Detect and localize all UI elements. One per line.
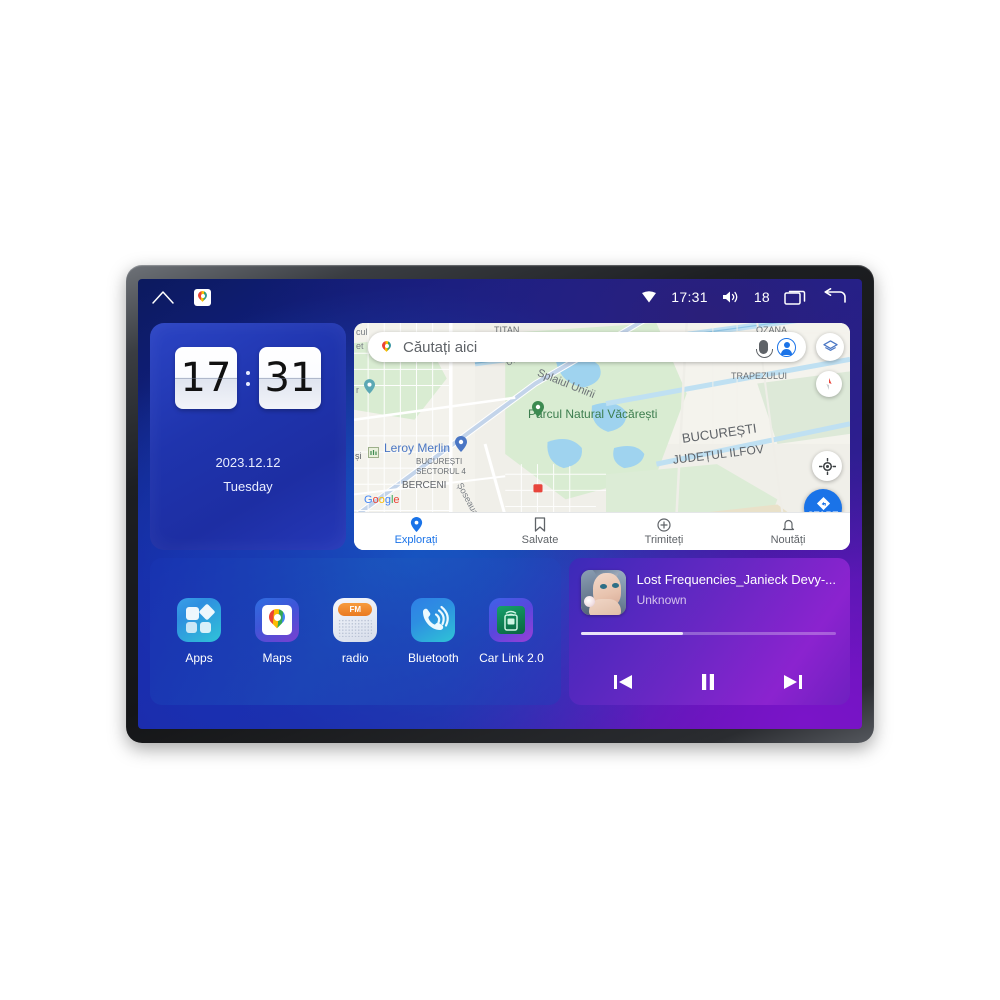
skip-next-icon[interactable] xyxy=(782,672,804,692)
app-label-carlink: Car Link 2.0 xyxy=(479,651,544,665)
map-search-bar[interactable]: Căutați aici xyxy=(368,332,806,362)
google-maps-icon[interactable] xyxy=(194,288,211,306)
media-controls xyxy=(581,671,836,693)
home-icon[interactable] xyxy=(152,290,174,304)
media-progress-fill xyxy=(580,632,683,635)
media-track-title: Lost Frequencies_Janieck Devy-... xyxy=(636,572,836,587)
status-bar: 17:31 18 xyxy=(138,279,862,315)
app-shortcut-carlink[interactable]: Car Link 2.0 xyxy=(476,598,546,665)
pause-icon[interactable] xyxy=(698,671,718,693)
head-unit-device: 17:31 18 17 31 2023.12.12 Tuesday TITAN … xyxy=(126,265,874,743)
store-poi-icon xyxy=(455,436,467,452)
my-location-icon[interactable] xyxy=(812,451,842,481)
app-shortcut-maps[interactable]: Maps xyxy=(242,598,312,665)
map-nav-contribute[interactable]: Trimiteți xyxy=(602,513,726,550)
app-shortcut-bluetooth[interactable]: Bluetooth xyxy=(398,598,468,665)
google-attribution: Google xyxy=(364,494,400,506)
app-label-maps: Maps xyxy=(262,651,292,665)
google-maps-icon xyxy=(255,598,300,642)
phone-waves-icon xyxy=(411,598,456,642)
wifi-icon xyxy=(641,290,657,304)
clock-weekday: Tuesday xyxy=(223,479,273,494)
app-label-radio: radio xyxy=(341,651,369,665)
flip-clock: 17 31 xyxy=(175,347,321,409)
map-nav-updates-label: Noutăți xyxy=(770,533,806,546)
generic-poi-icon xyxy=(364,379,375,394)
volume-level: 18 xyxy=(753,289,770,305)
apps-grid-icon xyxy=(177,598,222,642)
clock-hours: 17 xyxy=(175,347,237,409)
app-label-bluetooth: Bluetooth xyxy=(408,651,459,665)
map-nav-explore-label: Explorați xyxy=(394,534,438,546)
map-nav-saved[interactable]: Salvate xyxy=(478,513,602,550)
skip-previous-icon[interactable] xyxy=(612,672,634,692)
map-widget[interactable]: TITANOZANAUniriiSplaiul UniriiTRAPEZULUI… xyxy=(354,323,850,550)
app-shortcut-apps[interactable]: Apps xyxy=(164,598,234,665)
map-nav-saved-label: Salvate xyxy=(521,534,559,546)
fm-radio-icon: FM xyxy=(333,598,378,642)
media-player-widget[interactable]: Lost Frequencies_Janieck Devy-... Unknow… xyxy=(568,558,850,705)
app-shortcut-radio[interactable]: FM radio xyxy=(320,598,390,665)
car-link-icon xyxy=(489,598,534,642)
map-nav-explore[interactable]: Explorați xyxy=(354,513,478,550)
layers-icon[interactable] xyxy=(816,333,844,361)
microphone-icon[interactable] xyxy=(756,340,773,358)
account-avatar-icon[interactable] xyxy=(777,337,796,357)
screen: 17:31 18 17 31 2023.12.12 Tuesday TITAN … xyxy=(138,279,862,729)
map-bottom-nav: Explorați Salvate Trimiteți Noutăți xyxy=(354,512,850,550)
clock-date: 2023.12.12 xyxy=(215,455,281,470)
album-art xyxy=(580,570,626,615)
map-search-input[interactable]: Căutați aici xyxy=(403,339,750,356)
recents-icon[interactable] xyxy=(784,288,808,306)
volume-icon[interactable] xyxy=(722,290,740,304)
landmark-poi-icon xyxy=(368,447,379,458)
dock: Apps Maps FM radio Bluetooth Car Link 2.… xyxy=(150,558,850,705)
widget-row: 17 31 2023.12.12 Tuesday TITAN OZANA Spl… xyxy=(150,323,850,550)
search-maps-pin-icon xyxy=(378,339,394,355)
media-progress-bar[interactable] xyxy=(580,632,836,635)
app-label-apps: Apps xyxy=(185,651,213,665)
media-track-artist: Unknown xyxy=(636,593,687,607)
clock-widget[interactable]: 17 31 2023.12.12 Tuesday xyxy=(150,323,346,550)
navigation-arrow-icon xyxy=(816,496,830,511)
clock-colon xyxy=(241,370,255,386)
map-nav-updates[interactable]: Noutăți xyxy=(726,513,850,550)
map-nav-contribute-label: Trimiteți xyxy=(644,533,684,546)
back-icon[interactable] xyxy=(822,288,848,306)
clock-minutes: 31 xyxy=(259,347,321,409)
app-shortcuts-panel: Apps Maps FM radio Bluetooth Car Link 2.… xyxy=(150,558,561,705)
status-time: 17:31 xyxy=(671,289,708,305)
park-poi-icon xyxy=(532,401,544,417)
compass-icon[interactable] xyxy=(816,371,842,397)
